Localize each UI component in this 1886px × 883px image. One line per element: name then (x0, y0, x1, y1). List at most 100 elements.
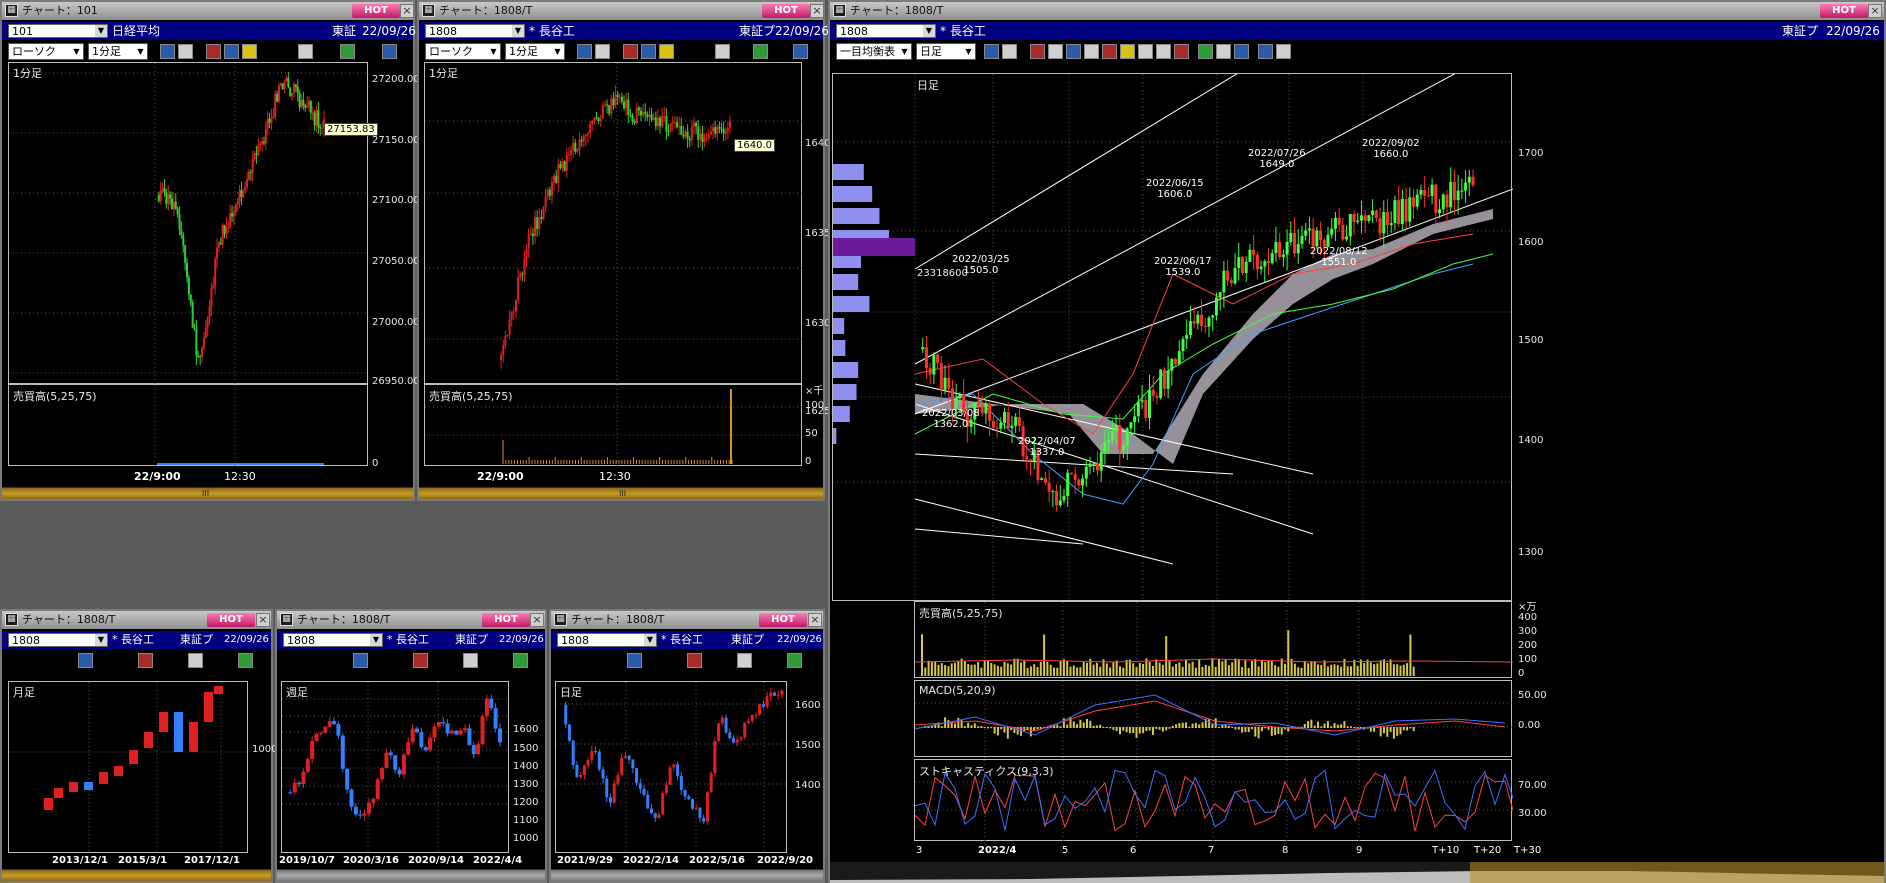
code-input[interactable]: 1808 ▼ (283, 633, 383, 647)
window-titlebar[interactable]: ▦ チャート：1808/T HOT × (2, 611, 271, 629)
window-icon[interactable] (1002, 44, 1017, 59)
chevron-down-icon[interactable]: ▼ (95, 25, 107, 37)
close-icon[interactable]: × (256, 613, 270, 627)
volume-chart[interactable]: 売買高(5,25,75) (424, 384, 803, 467)
period-select[interactable]: 日足 ▼ (916, 43, 976, 60)
download-icon[interactable] (623, 44, 638, 59)
bar-icon[interactable] (659, 44, 674, 59)
chevron-down-icon[interactable]: ▼ (95, 634, 107, 646)
chart-type-select[interactable]: 一目均衡表 ▼ (836, 43, 912, 60)
window-titlebar[interactable]: ▦ チャート：101 HOT × (2, 2, 414, 20)
hot-button[interactable]: HOT (759, 613, 807, 627)
window-icon[interactable] (178, 44, 193, 59)
close-icon[interactable]: × (400, 4, 414, 18)
horizontal-scrollbar[interactable]: III (419, 487, 823, 499)
hot-button[interactable]: HOT (207, 613, 255, 627)
grid-icon[interactable] (1048, 44, 1063, 59)
close-icon[interactable]: × (808, 613, 822, 627)
pen-icon[interactable] (787, 653, 802, 668)
indicator-icon[interactable] (715, 44, 730, 59)
close-icon[interactable]: × (1868, 4, 1882, 18)
undo-icon[interactable] (1234, 44, 1249, 59)
download-icon[interactable] (206, 44, 221, 59)
hot-button[interactable]: HOT (1820, 4, 1868, 18)
volume-chart[interactable]: 売買高(5,25,75) (914, 601, 1513, 679)
hot-button[interactable]: HOT (352, 4, 400, 18)
hot-button[interactable]: HOT (762, 4, 810, 18)
chevron-down-icon[interactable]: ▼ (512, 25, 524, 37)
indicator-icon[interactable] (188, 653, 203, 668)
cursor-icon[interactable] (1216, 44, 1231, 59)
zoom-icon[interactable] (78, 653, 93, 668)
scroll-grip-icon[interactable]: III (619, 490, 627, 498)
warning-icon[interactable] (1120, 44, 1135, 59)
indicator2-icon[interactable] (1156, 44, 1171, 59)
log-icon[interactable] (1258, 44, 1273, 59)
zoom-icon[interactable] (577, 44, 592, 59)
price-chart[interactable]: 週足 (281, 681, 510, 854)
close-icon[interactable]: × (530, 613, 544, 627)
price-chart[interactable]: 1分足 (424, 62, 803, 385)
price-chart[interactable]: 日足 (555, 681, 788, 854)
pen-icon[interactable] (1198, 44, 1213, 59)
all-icon[interactable] (1174, 44, 1189, 59)
pen-icon[interactable] (238, 653, 253, 668)
log-icon[interactable] (382, 44, 397, 59)
pen-icon[interactable] (513, 653, 528, 668)
download-icon[interactable] (687, 653, 702, 668)
scroll-grip-icon[interactable]: III (202, 490, 210, 498)
indicator-icon[interactable] (298, 44, 313, 59)
zoom-icon[interactable] (160, 44, 175, 59)
period-select[interactable]: 1分足 ▼ (88, 43, 148, 60)
search-icon[interactable] (224, 44, 239, 59)
zoom-icon[interactable] (627, 653, 642, 668)
download-icon[interactable] (413, 653, 428, 668)
indicator-icon[interactable] (737, 653, 752, 668)
code-input[interactable]: 1808 ▼ (557, 633, 657, 647)
horizontal-scrollbar[interactable] (2, 869, 271, 881)
price-chart[interactable]: 1分足 (8, 62, 369, 385)
download-icon[interactable] (1030, 44, 1045, 59)
code-input[interactable]: 1808 ▼ (425, 24, 525, 38)
window-titlebar[interactable]: ▦ チャート：1808/T HOT × (419, 2, 824, 20)
code-input[interactable]: 1808 ▼ (836, 24, 936, 38)
period-select[interactable]: 1分足 ▼ (505, 43, 565, 60)
horizontal-scrollbar[interactable]: III (2, 487, 413, 499)
horizontal-scrollbar[interactable] (277, 869, 545, 881)
close-icon[interactable]: × (810, 4, 824, 18)
search-icon[interactable] (641, 44, 656, 59)
macd-chart[interactable]: MACD(5,20,9) (914, 680, 1513, 758)
code-input[interactable]: 1808 ▼ (8, 633, 108, 647)
window-titlebar[interactable]: ▦ チャート：1808/T HOT × (277, 611, 545, 629)
bar-icon[interactable] (1084, 44, 1099, 59)
pen-icon[interactable] (753, 44, 768, 59)
hot-button[interactable]: HOT (482, 613, 530, 627)
scrollbar-track[interactable] (830, 862, 1884, 883)
chevron-down-icon[interactable]: ▼ (923, 25, 935, 37)
window-titlebar[interactable]: ▦ チャート：1808/T HOT × (551, 611, 823, 629)
chart-type-select[interactable]: ローソク ▼ (425, 43, 501, 60)
pen-icon[interactable] (340, 44, 355, 59)
code-input[interactable]: 101 ▼ (8, 24, 108, 38)
price-chart[interactable]: 月足 (8, 681, 249, 854)
window-titlebar[interactable]: ▦ チャート：1808/T HOT × (830, 2, 1884, 20)
cross-icon[interactable] (1102, 44, 1117, 59)
volume-chart[interactable]: 売買高(5,25,75) (8, 384, 368, 467)
horizontal-scrollbar[interactable] (551, 869, 823, 881)
log-icon[interactable] (793, 44, 808, 59)
indicator-icon[interactable] (463, 653, 478, 668)
settings-icon[interactable] (1276, 44, 1291, 59)
candle-body (665, 116, 668, 132)
chevron-down-icon[interactable]: ▼ (370, 634, 382, 646)
stochastic-chart[interactable]: ストキャスティクス(9,3,3) (914, 759, 1513, 842)
download-icon[interactable] (138, 653, 153, 668)
zoom-icon[interactable] (353, 653, 368, 668)
bar-icon[interactable] (242, 44, 257, 59)
search-icon[interactable] (1066, 44, 1081, 59)
candle-body (178, 214, 181, 230)
chevron-down-icon[interactable]: ▼ (644, 634, 656, 646)
indicator-icon[interactable] (1138, 44, 1153, 59)
chart-type-select[interactable]: ローソク ▼ (8, 43, 84, 60)
zoom-icon[interactable] (984, 44, 999, 59)
window-icon[interactable] (595, 44, 610, 59)
